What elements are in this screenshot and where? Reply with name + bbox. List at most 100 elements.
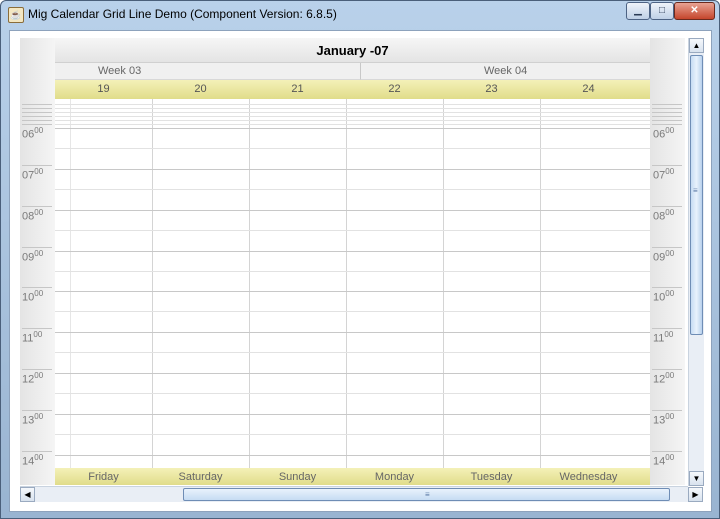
minute-value: 00 [33, 330, 43, 339]
minute-value: 00 [34, 453, 44, 462]
minute-value: 00 [665, 289, 675, 298]
hour-value: 08 [22, 210, 35, 223]
margin-divider [70, 99, 71, 468]
hour-value: 10 [22, 291, 35, 304]
half-hour-line [55, 352, 650, 353]
gutter-tick [652, 369, 682, 370]
calendar-grid[interactable] [55, 99, 650, 468]
hour-value: 14 [22, 455, 35, 468]
time-gutter-left: 0600 0700 0800 0900 1000 1100 1200 1300 1400 [20, 38, 55, 485]
day-number-cell[interactable]: 20 [152, 80, 249, 99]
hour-label: 1400 [653, 453, 674, 468]
hour-label: 1100 [22, 330, 42, 345]
hour-line [55, 251, 650, 252]
hour-label: 0700 [653, 167, 674, 182]
java-cup-icon[interactable]: ☕ [8, 7, 24, 23]
hour-value: 12 [653, 373, 666, 386]
hour-line [55, 291, 650, 292]
grid-line [55, 124, 650, 125]
minute-value: 00 [665, 412, 675, 421]
minute-value: 00 [664, 330, 674, 339]
hour-label: 0800 [653, 208, 674, 223]
minute-value: 00 [34, 208, 44, 217]
hour-value: 10 [653, 291, 666, 304]
day-name-cell[interactable]: Monday [346, 468, 443, 485]
gutter-tick [22, 206, 52, 207]
day-name-cell[interactable]: Saturday [152, 468, 249, 485]
day-column-divider [346, 99, 347, 468]
hour-value: 06 [22, 128, 35, 141]
day-number-cell[interactable]: 22 [346, 80, 443, 99]
vertical-scrollbar[interactable]: ▲ ≡ ▼ [688, 38, 704, 486]
hour-line [55, 332, 650, 333]
maximize-button[interactable]: □ [650, 2, 674, 20]
grid-line [55, 112, 650, 113]
day-number-cell[interactable]: 21 [249, 80, 346, 99]
day-number-cell[interactable]: 24 [540, 80, 637, 99]
week-label: Week 03 [98, 65, 142, 77]
hour-line [55, 128, 650, 129]
day-name-cell[interactable]: Sunday [249, 468, 346, 485]
gutter-tick [652, 108, 682, 109]
minute-value: 00 [34, 371, 44, 380]
day-number-cell[interactable]: 23 [443, 80, 540, 99]
gutter-tick [22, 108, 52, 109]
gutter-tick [22, 120, 52, 121]
hour-line [55, 169, 650, 170]
hour-label: 1200 [653, 371, 674, 386]
gutter-tick [652, 328, 682, 329]
gutter-tick [652, 247, 682, 248]
hour-label: 0800 [22, 208, 43, 223]
minute-value: 00 [34, 126, 44, 135]
hour-value: 08 [653, 210, 666, 223]
title-bar[interactable]: ☕ Mig Calendar Grid Line Demo (Component… [1, 1, 719, 28]
hour-label: 1300 [22, 412, 43, 427]
day-name-cell[interactable]: Friday [55, 468, 152, 485]
vertical-scroll-thumb[interactable]: ≡ [690, 55, 703, 335]
hour-label: 0900 [22, 249, 43, 264]
gutter-tick [652, 124, 682, 125]
week-header-03[interactable]: Week 03 [55, 63, 361, 80]
week-header-04[interactable]: Week 04 [361, 63, 650, 80]
day-number-header: 19 20 21 22 23 24 [55, 80, 650, 99]
hour-value: 11 [653, 332, 665, 345]
half-hour-line [55, 148, 650, 149]
minimize-button[interactable]: ▁ [626, 2, 650, 20]
hour-label: 0700 [22, 167, 43, 182]
gutter-tick [652, 451, 682, 452]
hour-value: 06 [653, 128, 666, 141]
hour-value: 07 [653, 169, 666, 182]
scroll-left-button[interactable]: ◀ [20, 487, 35, 502]
day-column-divider [152, 99, 153, 468]
hour-label: 1000 [653, 289, 674, 304]
day-name-cell[interactable]: Wednesday [540, 468, 637, 485]
gutter-tick [22, 104, 52, 105]
day-name-cell[interactable]: Tuesday [443, 468, 540, 485]
day-column-divider [443, 99, 444, 468]
hour-label: 1400 [22, 453, 43, 468]
grid-line [55, 116, 650, 117]
horizontal-scroll-thumb[interactable]: ≡ [183, 488, 670, 501]
hour-line [55, 373, 650, 374]
scroll-up-button[interactable]: ▲ [689, 38, 704, 53]
minute-value: 00 [34, 412, 44, 421]
half-hour-line [55, 393, 650, 394]
grid-line [55, 104, 650, 105]
minute-value: 00 [34, 167, 44, 176]
scroll-down-button[interactable]: ▼ [689, 471, 704, 486]
hour-value: 13 [653, 414, 666, 427]
gutter-tick [652, 206, 682, 207]
grip-icon: ≡ [425, 490, 430, 499]
minute-value: 00 [665, 371, 675, 380]
minute-value: 00 [665, 249, 675, 258]
horizontal-scrollbar[interactable]: ◀ ≡ ▶ [20, 486, 703, 502]
gutter-tick [22, 451, 52, 452]
scroll-right-button[interactable]: ▶ [688, 487, 703, 502]
half-hour-line [55, 189, 650, 190]
hour-line [55, 210, 650, 211]
hour-line [55, 455, 650, 456]
calendar-view[interactable]: 0600 0700 0800 0900 1000 1100 1200 1300 1400 060… [20, 38, 685, 485]
day-number-cell[interactable]: 19 [55, 80, 152, 99]
close-button[interactable]: ✕ [674, 2, 715, 20]
gutter-tick [652, 410, 682, 411]
